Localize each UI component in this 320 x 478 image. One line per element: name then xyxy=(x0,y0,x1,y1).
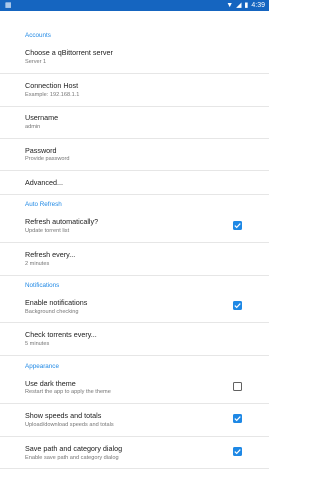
setting-enable-notifications-subtitle: Background checking xyxy=(25,309,79,315)
checkmark-icon xyxy=(234,416,241,422)
divider xyxy=(0,242,269,243)
setting-username-title: Username xyxy=(25,113,59,122)
status-icons: ▼ ◢ ▮ 4:39 xyxy=(226,1,265,10)
checkmark-icon xyxy=(234,223,241,229)
setting-refresh-auto-title: Refresh automatically? xyxy=(25,217,99,226)
refresh-auto-checkbox[interactable] xyxy=(233,221,242,230)
divider xyxy=(0,275,269,276)
enable-notifications-checkbox[interactable] xyxy=(233,301,242,310)
divider xyxy=(0,436,269,437)
section-header-auto-refresh: Auto Refresh xyxy=(25,201,62,208)
setting-check-every-title: Check torrents every... xyxy=(25,330,97,339)
setting-server-title: Choose a qBittorrent server xyxy=(25,48,113,57)
save-path-checkbox[interactable] xyxy=(233,447,242,456)
divider xyxy=(0,468,269,469)
divider xyxy=(0,106,269,107)
status-bar: ▦ ▼ ◢ ▮ 4:39 xyxy=(0,0,269,11)
setting-host-title: Connection Host xyxy=(25,81,79,90)
divider xyxy=(0,355,269,356)
section-header-appearance: Appearance xyxy=(25,363,59,370)
setting-refresh-auto-subtitle: Update torrent list xyxy=(25,228,70,234)
section-header-accounts: Accounts xyxy=(25,32,51,39)
setting-refresh-every-subtitle: 2 minutes xyxy=(25,261,50,267)
setting-save-path-title: Save path and category dialog xyxy=(25,444,123,453)
notification-icon: ▦ xyxy=(5,2,12,9)
setting-password-subtitle: Provide password xyxy=(25,156,70,162)
setting-speeds-title: Show speeds and totals xyxy=(25,411,102,420)
setting-server-subtitle: Server 1 xyxy=(25,59,47,65)
setting-dark-theme-subtitle: Restart the app to apply the theme xyxy=(25,389,111,395)
battery-icon: ▮ xyxy=(244,2,249,9)
divider xyxy=(0,73,269,74)
setting-host-subtitle: Example: 192.168.1.1 xyxy=(25,92,80,98)
divider xyxy=(0,138,269,139)
divider xyxy=(0,322,269,323)
setting-advanced-title: Advanced... xyxy=(25,178,63,187)
section-header-notifications: Notifications xyxy=(25,282,60,289)
speeds-checkbox[interactable] xyxy=(233,414,242,423)
setting-check-every-subtitle: 5 minutes xyxy=(25,341,50,347)
setting-enable-notifications-title: Enable notifications xyxy=(25,298,88,307)
signal-icon: ◢ xyxy=(236,2,242,9)
setting-speeds-subtitle: Upload/download speeds and totals xyxy=(25,422,114,428)
setting-refresh-every-title: Refresh every... xyxy=(25,250,76,259)
checkmark-icon xyxy=(234,449,241,455)
setting-username-subtitle: admin xyxy=(25,124,41,130)
divider xyxy=(0,170,269,171)
divider xyxy=(0,403,269,404)
setting-password-title: Password xyxy=(25,146,57,155)
status-time: 4:39 xyxy=(251,2,265,9)
wifi-icon: ▼ xyxy=(226,2,234,9)
divider xyxy=(0,194,269,195)
dark-theme-checkbox[interactable] xyxy=(233,382,242,391)
setting-dark-theme-title: Use dark theme xyxy=(25,379,76,388)
setting-save-path-subtitle: Enable save path and category dialog xyxy=(25,455,119,461)
checkmark-icon xyxy=(234,303,241,309)
